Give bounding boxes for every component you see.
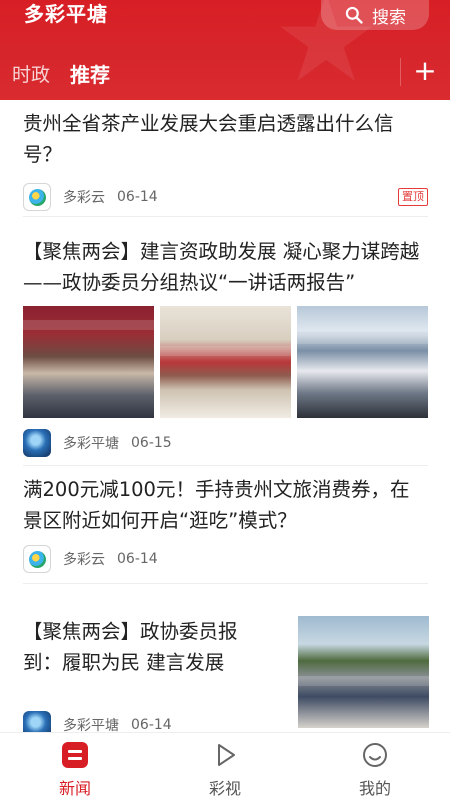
news-meta: 多彩云 06-14 置顶 [23,182,428,212]
news-feed[interactable]: 贵州全省茶产业发展大会重启透露出什么信号？ 多彩云 06-14 置顶 【聚焦两会… [0,100,450,732]
app-title: 多彩平塘 [24,2,108,26]
news-image-row [23,306,428,418]
play-icon [218,744,235,766]
channel-tabs: 时政 推荐 + [0,56,450,90]
tab-divider [400,58,401,86]
news-source: 多彩平塘 [63,718,119,732]
news-source: 多彩平塘 [63,436,119,452]
news-source: 多彩云 [63,552,105,568]
news-date: 06-14 [131,717,172,732]
nav-label: 新闻 [58,779,91,798]
news-image[interactable] [298,616,429,728]
nav-video[interactable]: 彩视 [150,733,300,800]
tab-shizheng[interactable]: 时政 [12,60,50,87]
app-header: ★ 多彩平塘 搜索 时政 推荐 + [0,0,450,100]
divider [23,583,428,584]
news-title[interactable]: 【聚焦两会】建言资政助发展 凝心聚力谋跨越——政协委员分组热议“一讲话两报告” [23,236,428,298]
smiley-icon [363,743,387,767]
duocaiyun-logo-icon [23,183,51,211]
search-button[interactable]: 搜索 [321,0,429,30]
news-title[interactable]: 【聚焦两会】政协委员报到：履职为民 建言发展 [23,616,273,678]
news-item[interactable]: 贵州全省茶产业发展大会重启透露出什么信号？ 多彩云 06-14 置顶 [23,108,428,212]
divider [23,216,428,217]
divider [23,465,428,466]
search-label: 搜索 [372,7,406,28]
news-item[interactable]: 【聚焦两会】建言资政助发展 凝心聚力谋跨越——政协委员分组热议“一讲话两报告” … [23,236,428,458]
nav-label: 我的 [358,779,391,798]
news-source: 多彩云 [63,190,105,206]
nav-mine[interactable]: 我的 [300,733,450,800]
news-meta: 多彩平塘 06-15 [23,428,428,458]
add-channel-button[interactable]: + [412,56,438,86]
news-title[interactable]: 贵州全省茶产业发展大会重启透露出什么信号？ [23,108,428,170]
news-title[interactable]: 满200元减100元！手持贵州文旅消费券，在景区附近如何开启“逛吃”模式？ [23,474,428,536]
news-meta: 多彩平塘 06-14 [23,710,172,732]
duocaiyun-logo-icon [23,545,51,573]
news-image[interactable] [23,306,154,418]
news-image[interactable] [160,306,291,418]
bottom-nav: 新闻 彩视 我的 [0,732,450,800]
news-date: 06-15 [131,435,172,451]
news-item[interactable]: 满200元减100元！手持贵州文旅消费券，在景区附近如何开启“逛吃”模式？ 多彩… [23,474,428,574]
nav-news[interactable]: 新闻 [0,733,150,800]
globe-logo-icon [23,429,51,457]
nav-label: 彩视 [208,779,241,798]
pinned-badge: 置顶 [398,188,428,206]
globe-logo-icon [23,711,51,732]
news-image[interactable] [297,306,428,418]
news-meta: 多彩云 06-14 [23,544,428,574]
news-date: 06-14 [117,189,158,205]
news-date: 06-14 [117,551,158,567]
news-icon [62,742,88,768]
tab-tuijian[interactable]: 推荐 [70,59,110,88]
search-icon [345,6,363,24]
